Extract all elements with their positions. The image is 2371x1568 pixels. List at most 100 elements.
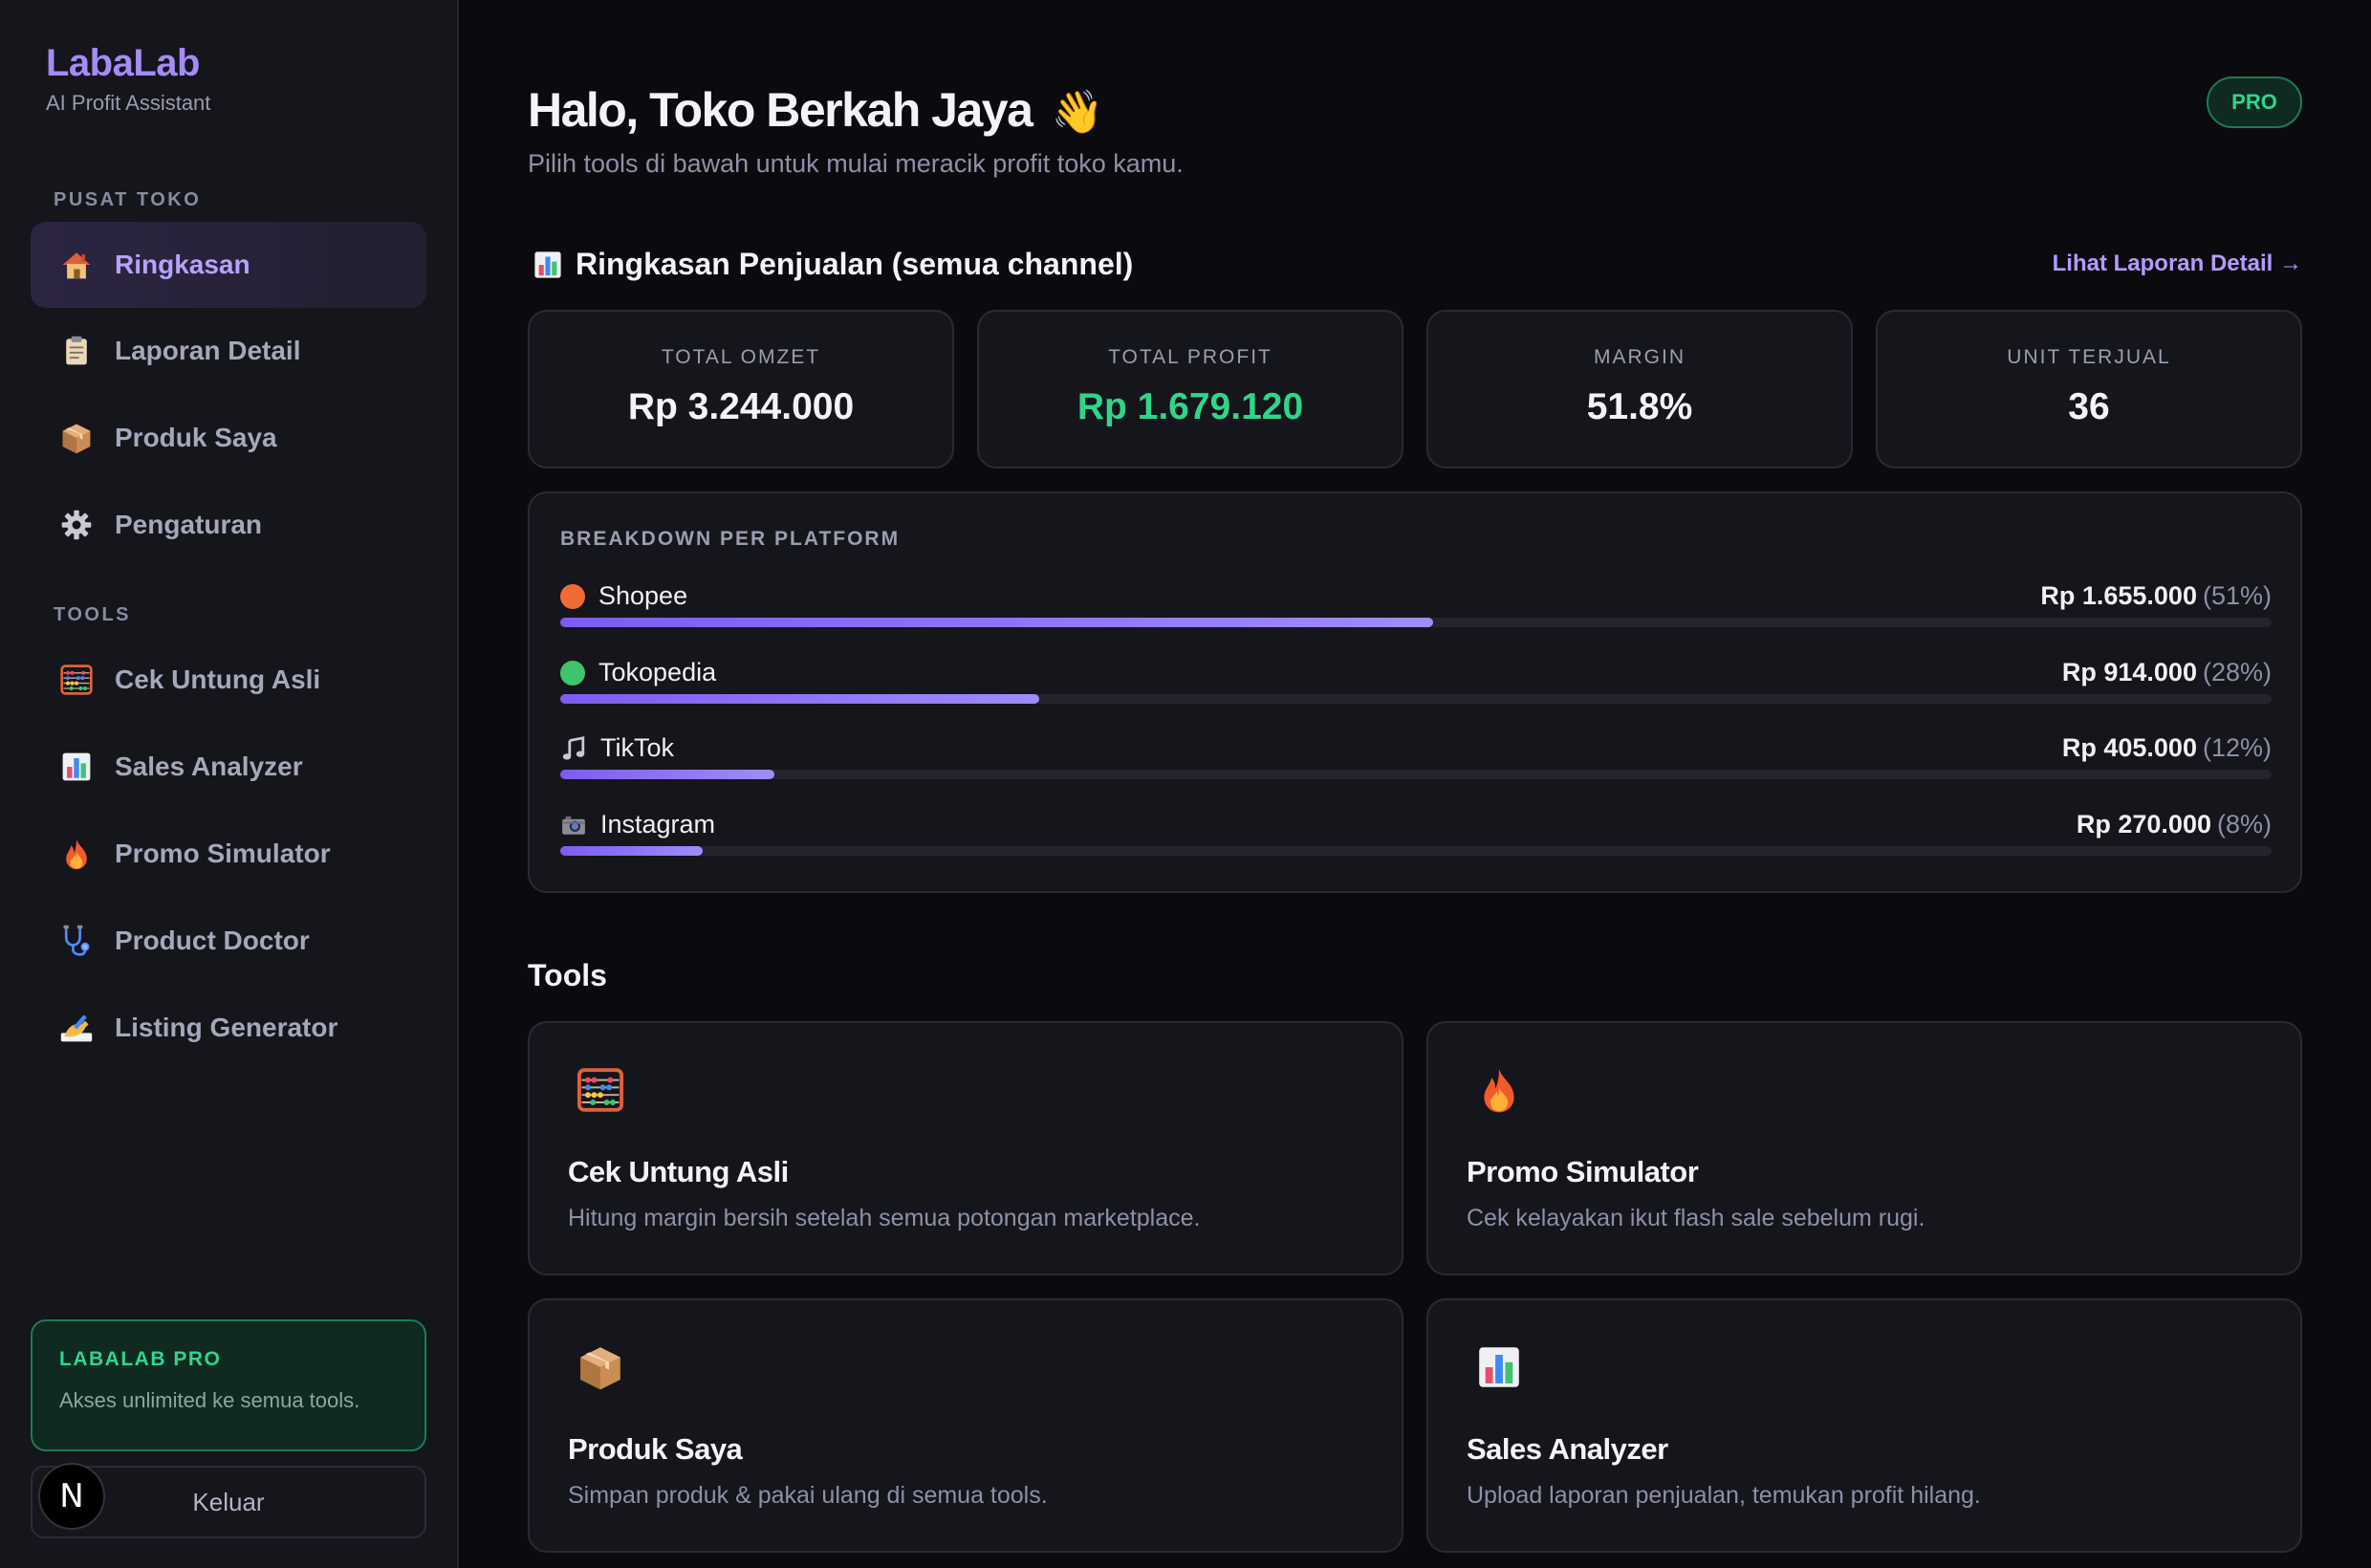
platform-label: Instagram <box>600 810 716 838</box>
pro-box-title: LABALAB PRO <box>59 1348 222 1370</box>
page-subtitle: Pilih tools di bawah untuk mulai meracik… <box>528 149 1184 178</box>
breakdown-title: BREAKDOWN PER PLATFORM <box>560 528 901 550</box>
platform-name: TikTok <box>560 733 674 763</box>
sidebar-item-product-doctor[interactable]: Product Doctor <box>31 898 426 984</box>
sidebar-item-ringkasan[interactable]: Ringkasan <box>31 222 426 308</box>
greeting-text: Halo, Toko Berkah Jaya <box>528 83 1033 137</box>
music-note-icon <box>560 735 587 762</box>
pro-promo-box[interactable]: LABALAB PRO Akses unlimited ke semua too… <box>31 1319 426 1451</box>
sidebar-item-label: Product Doctor <box>115 926 310 955</box>
stat-label: TOTAL OMZET <box>661 346 821 368</box>
tool-description: Upload laporan penjualan, temukan profit… <box>1467 1482 1981 1509</box>
platform-label: Tokopedia <box>598 658 717 686</box>
platform-breakdown: BREAKDOWN PER PLATFORM Shopee Rp 1.655.0… <box>528 491 2302 893</box>
sidebar-item-label: Sales Analyzer <box>115 751 303 781</box>
progress-fill <box>560 846 703 856</box>
tool-card-produk-saya[interactable]: Produk Saya Simpan produk & pakai ulang … <box>528 1298 1403 1553</box>
platform-name: Instagram <box>560 810 715 839</box>
progress-track <box>560 694 2272 704</box>
fire-icon <box>1474 1065 1524 1115</box>
abacus-icon <box>57 661 96 699</box>
platform-percent: (28%) <box>2202 658 2272 686</box>
platform-label: TikTok <box>600 733 675 762</box>
tool-description: Hitung margin bersih setelah semua poton… <box>568 1205 1201 1231</box>
platform-label: Shopee <box>598 581 688 610</box>
stat-label: UNIT TERJUAL <box>2007 346 2171 368</box>
stethoscope-icon <box>57 922 96 960</box>
tool-name: Sales Analyzer <box>1467 1432 1668 1466</box>
platform-value: Rp 1.655.000 (51%) <box>2040 581 2272 611</box>
sidebar-item-label: Promo Simulator <box>115 838 331 868</box>
waving-hand-icon: 👋 <box>1051 89 1104 136</box>
tool-card-sales-analyzer[interactable]: Sales Analyzer Upload laporan penjualan,… <box>1426 1298 2302 1553</box>
avatar[interactable]: N <box>38 1463 105 1530</box>
stat-value: Rp 1.679.120 <box>1077 386 1304 427</box>
package-icon <box>57 419 96 457</box>
platform-row-tokopedia: Tokopedia Rp 914.000 (28%) <box>560 658 2272 715</box>
stat-label: MARGIN <box>1594 346 1686 368</box>
sidebar-item-promo-simulator[interactable]: Promo Simulator <box>31 811 426 897</box>
tool-name: Produk Saya <box>568 1432 743 1466</box>
platform-percent: (51%) <box>2202 581 2272 610</box>
platform-percent: (8%) <box>2216 810 2272 838</box>
sidebar-item-laporan-detail[interactable]: Laporan Detail <box>31 308 426 394</box>
gear-icon <box>57 506 96 544</box>
stat-card-total-omzet: TOTAL OMZET Rp 3.244.000 <box>528 310 954 468</box>
sidebar-item-label: Laporan Detail <box>115 336 301 365</box>
sidebar-item-label: Ringkasan <box>115 250 250 279</box>
orange-dot-icon <box>560 583 585 609</box>
progress-fill <box>560 618 1433 627</box>
pro-box-subtitle: Akses unlimited ke semua tools. <box>59 1388 360 1412</box>
tool-description: Simpan produk & pakai ulang di semua too… <box>568 1482 1048 1509</box>
summary-title-text: Ringkasan Penjualan (semua channel) <box>576 247 1134 281</box>
sidebar-item-label: Produk Saya <box>115 423 277 452</box>
package-icon <box>576 1342 625 1392</box>
platform-amount: Rp 270.000 <box>2076 810 2211 838</box>
sidebar-item-pengaturan[interactable]: Pengaturan <box>31 482 426 568</box>
fire-icon <box>57 835 96 873</box>
brand-name: LabaLab <box>46 42 200 84</box>
tool-description: Cek kelayakan ikut flash sale sebelum ru… <box>1467 1205 1925 1231</box>
progress-track <box>560 770 2272 779</box>
platform-percent: (12%) <box>2202 733 2272 762</box>
tools-section-title: Tools <box>528 958 607 992</box>
sidebar: LabaLab AI Profit Assistant PUSAT TOKO R… <box>0 0 459 1568</box>
platform-amount: Rp 405.000 <box>2061 733 2197 762</box>
sidebar-item-label: Pengaturan <box>115 510 263 539</box>
platform-value: Rp 270.000 (8%) <box>2077 810 2272 839</box>
platform-amount: Rp 1.655.000 <box>2040 581 2197 610</box>
platform-amount: Rp 914.000 <box>2061 658 2197 686</box>
sidebar-item-label: Listing Generator <box>115 1013 338 1042</box>
platform-value: Rp 914.000 (28%) <box>2062 658 2272 687</box>
platform-name: Tokopedia <box>560 658 716 687</box>
stat-card-margin: MARGIN 51.8% <box>1426 310 1853 468</box>
sidebar-item-cek-untung-asli[interactable]: Cek Untung Asli <box>31 637 426 723</box>
summary-title: Ringkasan Penjualan (semua channel) <box>532 247 1133 282</box>
bar-chart-icon <box>532 249 564 281</box>
progress-track <box>560 846 2272 856</box>
platform-row-tiktok: TikTok Rp 405.000 (12%) <box>560 733 2272 791</box>
sidebar-item-label: Cek Untung Asli <box>115 664 321 694</box>
page-title: Halo, Toko Berkah Jaya 👋 <box>528 82 1104 138</box>
stat-value: 51.8% <box>1586 386 1693 427</box>
tool-card-cek-untung-asli[interactable]: Cek Untung Asli Hitung margin bersih set… <box>528 1021 1403 1275</box>
platform-name: Shopee <box>560 581 687 611</box>
camera-icon <box>560 812 587 838</box>
platform-row-instagram: Instagram Rp 270.000 (8%) <box>560 810 2272 867</box>
stat-card-unit-terjual: UNIT TERJUAL 36 <box>1876 310 2302 468</box>
stat-value: 36 <box>2068 386 2110 427</box>
sidebar-item-listing-generator[interactable]: Listing Generator <box>31 985 426 1071</box>
detail-report-link[interactable]: Lihat Laporan Detail → <box>2053 250 2302 277</box>
sidebar-item-sales-analyzer[interactable]: Sales Analyzer <box>31 724 426 810</box>
section-label-tools: TOOLS <box>54 604 132 625</box>
sidebar-item-produk-saya[interactable]: Produk Saya <box>31 395 426 481</box>
progress-fill <box>560 694 1040 704</box>
house-icon <box>57 246 96 284</box>
tool-name: Promo Simulator <box>1467 1155 1699 1188</box>
green-dot-icon <box>560 660 585 686</box>
platform-row-shopee: Shopee Rp 1.655.000 (51%) <box>560 581 2272 639</box>
brand[interactable]: LabaLab AI Profit Assistant <box>46 42 210 116</box>
stat-card-total-profit: TOTAL PROFIT Rp 1.679.120 <box>977 310 1403 468</box>
tool-card-promo-simulator[interactable]: Promo Simulator Cek kelayakan ikut flash… <box>1426 1021 2302 1275</box>
platform-value: Rp 405.000 (12%) <box>2062 733 2272 763</box>
